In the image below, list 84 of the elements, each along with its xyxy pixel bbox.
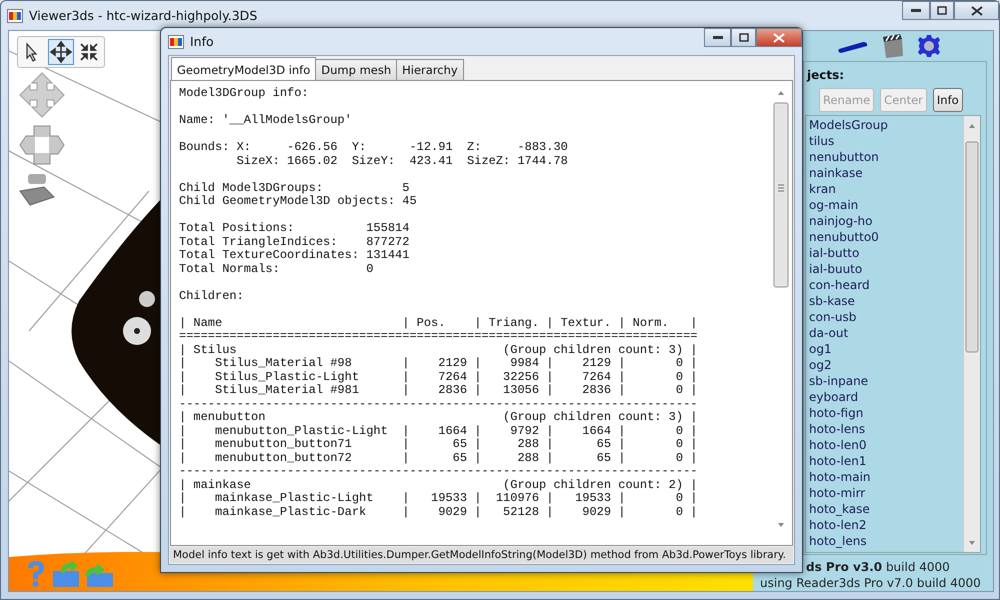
dialog-icon: [168, 34, 184, 48]
object-list-item[interactable]: nenubutton: [809, 149, 963, 165]
maximize-button[interactable]: [731, 28, 756, 47]
info-text-line: | Stilus_Material #98 | 2129 | 9984 | 2129 | 0 |: [179, 357, 698, 370]
info-text-line: Child Model3DGroups: 5: [179, 182, 410, 195]
object-list-item[interactable]: og2: [809, 357, 963, 373]
info-text-line: | mainkase (Group children count: 2) |: [179, 478, 698, 492]
close-button[interactable]: [954, 1, 999, 20]
info-text-line: | Name | Pos. | Triang. | Textur. | Norm. |: [179, 316, 698, 330]
info-text-line: Children:: [179, 290, 245, 303]
close-icon: [773, 32, 785, 42]
status-text: Model info text is get with Ab3d.Utilities.Dumper.GetModelInfoString(Model3D) method from Ab3d.PowerToys library.: [170, 547, 793, 563]
info-text-line: Total Normals: 0: [179, 262, 374, 276]
object-list-item[interactable]: nainkase: [809, 165, 963, 181]
object-list-item[interactable]: con-heard: [809, 277, 963, 293]
info-text-line: ========================================================================: [179, 330, 698, 344]
window-title: Viewer3ds - htc-wizard-highpoly.3DS: [29, 8, 258, 23]
object-list-item[interactable]: da-out: [809, 325, 963, 341]
minimize-icon: [911, 8, 921, 12]
object-list-item[interactable]: ial-butto: [809, 245, 963, 261]
minimize-button[interactable]: [902, 1, 930, 20]
info-text-line: Name: '__AllModelsGroup': [179, 114, 353, 128]
info-text-line: | Stilus_Plastic-Light | 7264 | 32256 | 7264 | 0 |: [179, 370, 698, 384]
clapperboard-icon[interactable]: [881, 33, 905, 59]
info-text-line: | menubutton (Group children count: 3) |: [179, 411, 698, 424]
info-text-line: | menubutton_button72 | 65 | 288 | 65 | 0 |: [179, 452, 698, 465]
object-list-item[interactable]: sb-inpane: [809, 373, 963, 389]
object-list-item[interactable]: hoto_lens: [809, 533, 963, 549]
object-list-item[interactable]: eyboard: [809, 389, 963, 405]
object-list-item[interactable]: hoto-len1: [809, 453, 963, 469]
object-list-item[interactable]: hoto-main: [809, 469, 963, 485]
version-text: ds Pro v3.0 build 4000: [806, 559, 951, 575]
object-list-item[interactable]: ial-buuto: [809, 261, 963, 277]
info-text-line: | Stilus (Group children count: 3) |: [179, 344, 698, 357]
info-button[interactable]: Info: [932, 88, 963, 112]
move-icon[interactable]: [48, 39, 74, 65]
object-list-item[interactable]: hoto-len2: [809, 517, 963, 533]
minimize-button[interactable]: [704, 28, 731, 47]
maximize-icon: [738, 33, 748, 42]
version-text: using Reader3ds Pro v7.0 build 4000: [760, 575, 982, 591]
info-text-line: Child GeometryModel3D objects: 45: [179, 195, 418, 208]
tab[interactable]: GeometryModel3D info: [171, 57, 316, 80]
info-text-line: ------------------------------------------------------------------------: [179, 465, 698, 478]
rotate-arrows-icon[interactable]: [18, 124, 66, 166]
object-list-item[interactable]: nenubutto0: [809, 229, 963, 245]
minimize-icon: [712, 36, 722, 40]
object-list-item[interactable]: tilus: [809, 133, 963, 149]
object-list-item[interactable]: hoto-len0: [809, 437, 963, 453]
object-list-item[interactable]: ModelsGroup: [809, 117, 963, 133]
object-list-item[interactable]: con-usb: [809, 309, 963, 325]
info-text-line: Bounds: X: -626.56 Y: -12.91 Z: -883.30: [179, 141, 569, 154]
objects-label: jects:: [806, 67, 846, 84]
object-list-item[interactable]: nainjog-ho: [809, 213, 963, 229]
app-icon: [7, 8, 23, 22]
info-text-line: | mainkase_Plastic-Light | 19533 | 110976 | 19533 | 0 |: [179, 492, 698, 506]
object-list-item[interactable]: og1: [809, 341, 963, 357]
object-list-item[interactable]: og-main: [809, 197, 963, 213]
dialog-title: Info: [190, 34, 214, 49]
info-text-line: | menubutton_Plastic-Light | 1664 | 9792 | 1664 | 0 |: [179, 424, 698, 438]
info-text-line: | Stilus_Material #981 | 2836 | 13056 | 2836 | 0 |: [179, 384, 698, 398]
info-text-line: Total Positions: 155814: [179, 222, 410, 236]
info-text-line: Total TextureCoordinates: 131441: [179, 249, 410, 262]
object-list-item[interactable]: sb-kase: [809, 293, 963, 309]
info-text-line: | menubutton_button71 | 65 | 288 | 65 | 0 |: [179, 438, 698, 452]
object-list-item[interactable]: hoto-fign: [809, 405, 963, 421]
info-text-line: SizeX: 1665.02 SizeY: 423.41 SizeZ: 1744.78: [236, 154, 569, 168]
object-list-item[interactable]: kran: [809, 181, 963, 197]
settings-icon[interactable]: [917, 34, 941, 58]
close-button[interactable]: [756, 28, 802, 47]
tab[interactable]: Dump mesh: [315, 59, 398, 80]
maximize-button[interactable]: [930, 1, 954, 20]
info-text-line: Model3DGroup info:: [179, 87, 310, 100]
info-text-line: Total TriangleIndices: 877272: [179, 236, 410, 249]
scrollbar[interactable]: [963, 116, 980, 552]
info-text-line: ------------------------------------------------------------------------: [179, 398, 698, 411]
maximize-icon: [937, 6, 947, 15]
platform-icon[interactable]: [18, 173, 56, 207]
close-icon: [970, 6, 982, 16]
pan-arrows-icon[interactable]: [18, 71, 66, 119]
object-list-item[interactable]: hoto-mirr: [809, 485, 963, 501]
tab[interactable]: Hierarchy: [396, 59, 464, 80]
object-list-item[interactable]: hoto-lens: [809, 421, 963, 437]
object-list-item[interactable]: hoto_kase: [809, 501, 963, 517]
info-text-line: | mainkase_Plastic-Dark | 9029 | 52128 | 9029 | 0 |: [179, 506, 698, 519]
